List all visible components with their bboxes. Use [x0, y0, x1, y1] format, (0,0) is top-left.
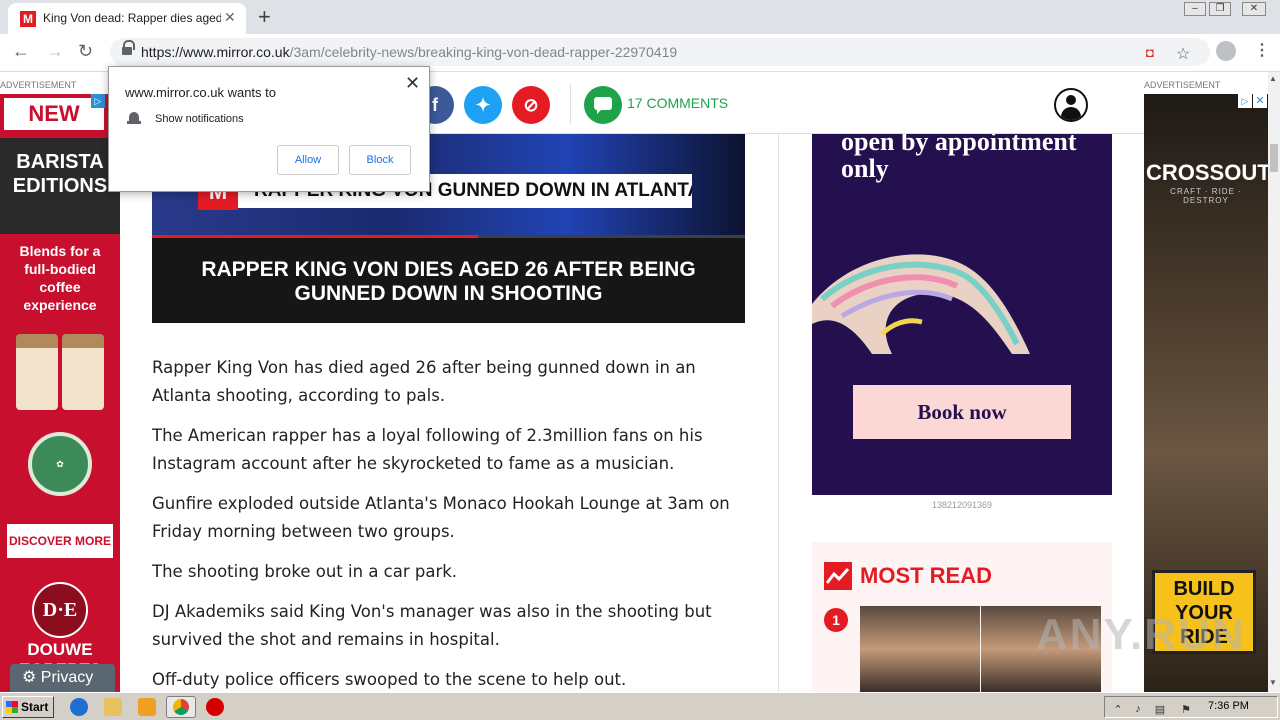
- url-text[interactable]: https://www.mirror.co.uk/3am/celebrity-n…: [141, 44, 677, 60]
- close-window-icon[interactable]: ✕: [1242, 2, 1266, 16]
- gear-icon: ⚙: [22, 669, 37, 686]
- tab-close-icon[interactable]: ✕: [224, 9, 236, 26]
- new-tab-icon[interactable]: +: [258, 4, 271, 30]
- page-scrollbar[interactable]: ▲ ▼: [1268, 72, 1280, 692]
- start-button[interactable]: Start: [2, 696, 54, 718]
- bookmark-star-icon[interactable]: ☆: [1176, 44, 1190, 64]
- chrome-taskbar-button[interactable]: [166, 696, 196, 718]
- forward-arrow-icon[interactable]: →: [46, 41, 64, 62]
- menu-kebab-icon[interactable]: ⋮: [1254, 40, 1270, 60]
- volume-icon[interactable]: ♪: [1131, 703, 1145, 717]
- anyrun-watermark: ANY.RUN: [1036, 610, 1246, 659]
- scrollbar-thumb[interactable]: [1270, 144, 1278, 172]
- de-logo-icon: D·E: [32, 582, 88, 638]
- rainforest-alliance-icon: ✿: [28, 432, 92, 496]
- comments-icon[interactable]: [584, 86, 622, 124]
- scroll-down-arrow-icon[interactable]: ▼: [1269, 678, 1277, 687]
- address-bar[interactable]: https://www.mirror.co.uk/3am/celebrity-n…: [110, 38, 1210, 66]
- ad-new-badge: NEW: [4, 98, 104, 130]
- url-path: /3am/celebrity-news/breaking-king-von-de…: [289, 44, 678, 60]
- adchoices-icon[interactable]: ▷: [91, 94, 105, 108]
- column-divider: [778, 134, 779, 692]
- permission-origin: www.mirror.co.uk wants to: [125, 85, 276, 100]
- trending-icon: [824, 562, 852, 590]
- dialog-close-icon[interactable]: ✕: [405, 73, 420, 94]
- coffee-bag-icon: [62, 334, 104, 410]
- internet-explorer-icon[interactable]: [70, 698, 88, 716]
- profile-avatar-icon[interactable]: [1216, 41, 1236, 61]
- scroll-up-arrow-icon[interactable]: ▲: [1269, 74, 1277, 83]
- back-arrow-icon[interactable]: ←: [12, 41, 30, 62]
- privacy-button[interactable]: ⚙ Privacy: [10, 664, 115, 692]
- most-read-thumbnail[interactable]: [860, 606, 980, 692]
- notifications-blocked-icon[interactable]: ◘: [1146, 45, 1154, 60]
- flag-icon[interactable]: ⚑: [1179, 703, 1193, 717]
- twitter-share-icon[interactable]: ✦: [464, 86, 502, 124]
- tray-expand-icon[interactable]: ⌃: [1111, 703, 1125, 717]
- most-read-title: MOST READ: [860, 563, 992, 588]
- crossout-logo: CROSSOUT: [1146, 160, 1268, 185]
- block-button[interactable]: Block: [349, 145, 411, 175]
- left-skyscraper-ad[interactable]: NEW ▷ BARISTA EDITIONS Blends for a full…: [0, 94, 120, 692]
- right-skyscraper-ad[interactable]: ▷ ✕ CROSSOUT CRAFT · RIDE · DESTROY BUIL…: [1144, 94, 1268, 692]
- notification-permission-dialog: www.mirror.co.uk wants to ✕ Show notific…: [108, 66, 430, 192]
- ad-id-text: 138212091369: [931, 500, 993, 510]
- allow-button[interactable]: Allow: [277, 145, 339, 175]
- folder-icon[interactable]: [104, 698, 122, 716]
- article-paragraph: Gunfire exploded outside Atlanta's Monac…: [152, 494, 730, 541]
- antivirus-icon[interactable]: [206, 698, 224, 716]
- ad-label-left: ADVERTISEMENT: [0, 80, 77, 90]
- bell-icon: [127, 111, 141, 127]
- mirror-favicon-icon: M: [20, 11, 36, 27]
- media-player-icon[interactable]: [138, 698, 156, 716]
- abstract-brushstroke-image: [812, 254, 1030, 354]
- copy-link-icon[interactable]: ⊘: [512, 86, 550, 124]
- mpu-ad[interactable]: open by appointment only Book now: [812, 134, 1112, 495]
- clock: 7:36 PM: [1208, 700, 1249, 712]
- browser-tab[interactable]: M King Von dead: Rapper dies aged 26 ✕: [8, 3, 246, 34]
- article-paragraph: DJ Akademiks said King Von's manager was…: [152, 602, 712, 649]
- tab-strip: M King Von dead: Rapper dies aged 26 ✕ +…: [0, 0, 1280, 34]
- article-paragraph: Rapper King Von has died aged 26 after b…: [152, 358, 696, 405]
- header-divider: [570, 84, 571, 124]
- tab-title: King Von dead: Rapper dies aged 26: [43, 11, 221, 25]
- windows-taskbar: Start ⌃ ♪ ▤ ⚑ 7:36 PM: [0, 692, 1280, 720]
- mpu-headline: open by appointment only: [841, 134, 1077, 183]
- crossout-tagline: CRAFT · RIDE · DESTROY: [1170, 187, 1242, 205]
- article-paragraph: The American rapper has a loyal followin…: [152, 426, 703, 473]
- account-icon[interactable]: [1054, 88, 1088, 122]
- reload-icon[interactable]: ↻: [78, 41, 93, 62]
- permission-text: Show notifications: [155, 113, 244, 125]
- ad-label-right: ADVERTISEMENT: [1144, 80, 1221, 90]
- adchoices-icon[interactable]: ▷: [1238, 94, 1252, 108]
- comments-link[interactable]: 17 COMMENTS: [627, 95, 728, 111]
- coffee-bag-icon: [16, 334, 58, 410]
- discover-more-button[interactable]: DISCOVER MORE: [7, 524, 113, 558]
- book-now-button[interactable]: Book now: [853, 385, 1071, 439]
- article-paragraph: The shooting broke out in a car park.: [152, 562, 458, 581]
- network-icon[interactable]: ▤: [1153, 703, 1167, 717]
- most-read-rank: 1: [824, 608, 848, 632]
- system-tray: ⌃ ♪ ▤ ⚑: [1104, 696, 1278, 718]
- minimize-window-icon[interactable]: –: [1184, 2, 1206, 16]
- article-paragraph: Off-duty police officers swooped to the …: [152, 670, 627, 689]
- privacy-label: Privacy: [40, 669, 94, 686]
- ad-close-icon[interactable]: ✕: [1253, 94, 1267, 108]
- ad-barista-editions: BARISTA EDITIONS: [0, 138, 120, 234]
- chrome-icon: [173, 699, 189, 715]
- restore-window-icon[interactable]: ❐: [1209, 2, 1231, 16]
- video-caption: Rapper King Von dies aged 26 after being…: [152, 238, 745, 323]
- lock-icon[interactable]: [122, 40, 135, 57]
- ad-blend-text: Blends for a full-bodied coffee experien…: [19, 243, 101, 313]
- url-host: https://www.mirror.co.uk: [141, 44, 290, 60]
